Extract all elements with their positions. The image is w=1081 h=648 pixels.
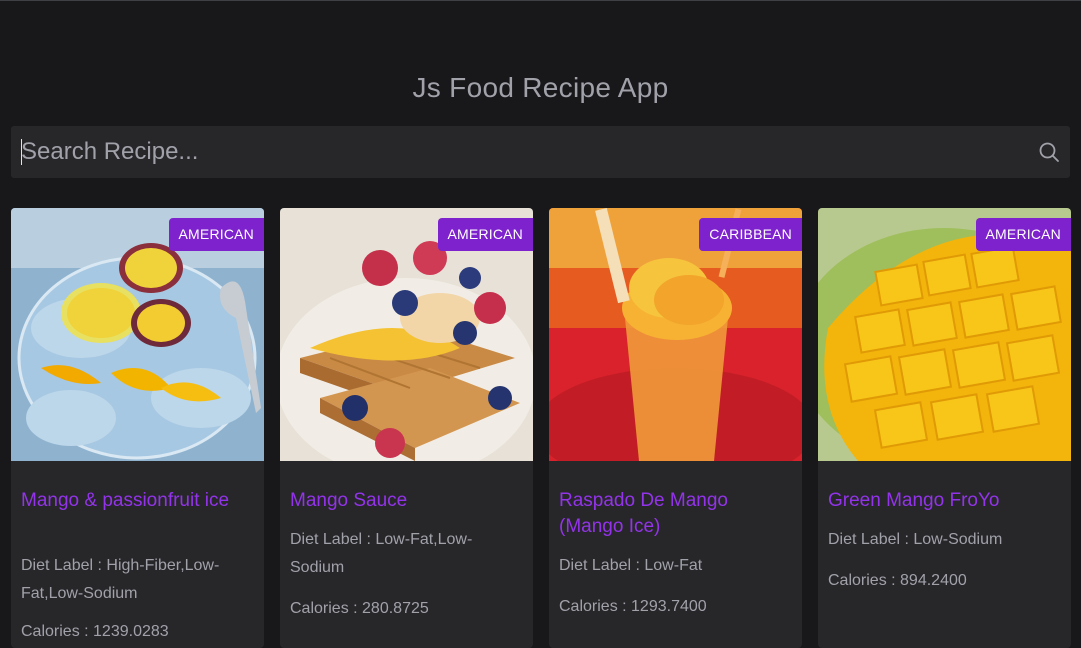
recipe-title[interactable]: Mango & passionfruit ice [21, 488, 254, 514]
diet-label: Diet Label : Low-Fat,Low-Sodium [290, 531, 473, 576]
diet-label: Diet Label : Low-Fat [559, 557, 703, 574]
recipe-card[interactable]: AMERICAN Mango & passionfruit ice Diet L… [11, 208, 264, 648]
search-icon[interactable] [1038, 141, 1060, 163]
cuisine-badge: AMERICAN [168, 218, 264, 251]
recipe-card[interactable]: AMERICAN Green Mango FroYo Diet Label : … [818, 208, 1071, 648]
cuisine-badge: CARIBBEAN [699, 218, 802, 251]
calories-label: Calories : 1293.7400 [559, 598, 707, 615]
text-cursor [21, 139, 22, 165]
top-divider [0, 0, 1081, 1]
search-bar [11, 126, 1070, 178]
calories-label: Calories : 1239.0283 [21, 623, 169, 640]
cuisine-badge: AMERICAN [975, 218, 1071, 251]
cuisine-badge: AMERICAN [437, 218, 533, 251]
recipe-title[interactable]: Mango Sauce [290, 488, 523, 514]
recipe-grid: AMERICAN Mango & passionfruit ice Diet L… [11, 208, 1071, 648]
recipe-title[interactable]: Raspado De Mango (Mango Ice) [559, 488, 792, 540]
recipe-title[interactable]: Green Mango FroYo [828, 488, 1061, 514]
recipe-card[interactable]: CARIBBEAN Raspado De Mango (Mango Ice) D… [549, 208, 802, 648]
diet-label: Diet Label : High-Fiber,Low-Fat,Low-Sodi… [21, 557, 220, 602]
search-input[interactable] [21, 126, 1021, 178]
calories-label: Calories : 894.2400 [828, 572, 967, 589]
recipe-card[interactable]: AMERICAN Mango Sauce Diet Label : Low-Fa… [280, 208, 533, 648]
page-title: Js Food Recipe App [412, 72, 669, 103]
calories-label: Calories : 280.8725 [290, 600, 429, 617]
diet-label: Diet Label : Low-Sodium [828, 531, 1003, 548]
